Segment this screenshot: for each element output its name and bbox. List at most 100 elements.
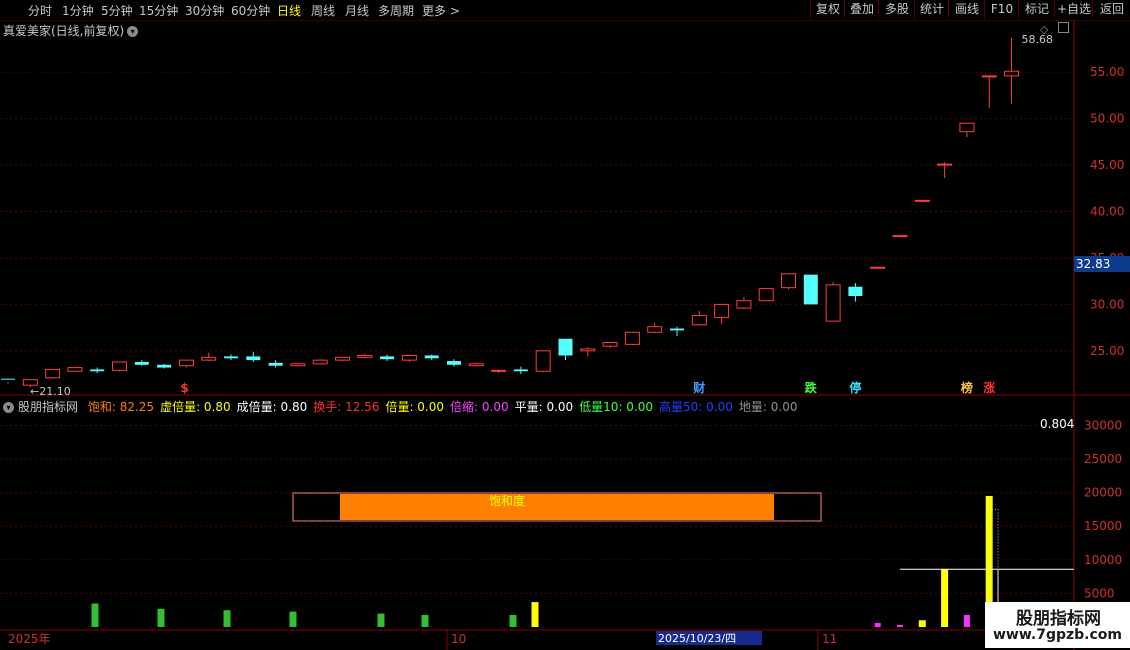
volume-bar xyxy=(157,608,165,627)
price-tick-label: 45.00 xyxy=(1090,158,1124,172)
candle-body xyxy=(580,348,596,352)
candle-body xyxy=(937,163,953,166)
date-label: 11 xyxy=(822,632,837,646)
candle-body xyxy=(647,326,663,333)
candle-body xyxy=(312,359,328,365)
candle-body xyxy=(781,273,796,289)
indicator-item: 换手: 12.56 xyxy=(313,400,380,414)
volume-tick-label: 5000 xyxy=(1084,586,1115,600)
saturation-fill xyxy=(340,494,774,520)
volume-bar xyxy=(91,603,99,627)
event-marker: 跌 xyxy=(805,380,818,395)
event-marker: 涨 xyxy=(983,380,995,395)
candle-body xyxy=(157,364,172,368)
diamond-icon[interactable]: ◇ xyxy=(1040,23,1048,36)
date-label: 10 xyxy=(451,632,466,646)
volume-tick-label: 15000 xyxy=(1084,519,1122,533)
candle-body xyxy=(1,378,15,380)
indicator-item: 饱和: 82.25 xyxy=(87,400,155,414)
volume-bar xyxy=(963,614,970,627)
volume-bar xyxy=(941,569,949,627)
candle-body xyxy=(513,369,528,372)
price-tick-label: 50.00 xyxy=(1090,112,1124,126)
panel-controls: ◇ xyxy=(1040,22,1069,36)
candle-body xyxy=(178,359,194,367)
candle-body xyxy=(736,300,752,309)
candle-body xyxy=(45,368,61,379)
candle-body xyxy=(714,303,730,318)
event-marker: 榜 xyxy=(961,380,973,395)
volume-tick-label: 25000 xyxy=(1084,452,1122,466)
candle-body xyxy=(491,369,507,372)
candle-body xyxy=(246,356,261,361)
price-tick-label: 30.00 xyxy=(1090,297,1124,311)
saturation-label: 饱和度 xyxy=(489,493,525,508)
volume-bar xyxy=(377,613,385,627)
price-tick-label: 25.00 xyxy=(1090,344,1124,358)
candle-body xyxy=(380,356,395,360)
candle-body xyxy=(624,331,640,345)
price-tick-label: 40.00 xyxy=(1090,205,1124,219)
stock-title: 真爱美家(日线,前复权) ▾ xyxy=(3,22,139,39)
candle-body xyxy=(67,367,83,372)
candle-body xyxy=(290,363,306,367)
event-marker: 停 xyxy=(849,380,861,395)
event-marker: 财 xyxy=(692,380,705,395)
volume-group: 30000 25000 20000 15000 10000 5000 饱和度 0.804 202… xyxy=(0,417,1122,650)
candle-body xyxy=(468,363,484,367)
indicator-item: 虚倍量: 0.80 xyxy=(160,400,231,414)
price-tick-label: 55.00 xyxy=(1090,65,1124,79)
indicator-name: 股朋指标网 xyxy=(18,400,79,414)
indicator-item: 成倍量: 0.80 xyxy=(236,400,308,414)
indicator-item: 地量: 0.00 xyxy=(738,400,798,414)
volume-bar xyxy=(223,610,231,627)
volume-bar xyxy=(509,614,517,627)
candle-body xyxy=(1004,70,1019,77)
candle-body xyxy=(892,235,908,238)
candle-body xyxy=(981,75,997,78)
candle-body xyxy=(602,341,618,347)
candle-body xyxy=(670,328,684,331)
indicator-item: 平量: 0.00 xyxy=(514,400,574,414)
chevron-down-icon[interactable]: ▾ xyxy=(3,402,14,413)
candle-body xyxy=(112,361,127,371)
candle-body xyxy=(201,356,217,361)
candle-body xyxy=(335,356,350,361)
stock-title-text: 真爱美家(日线,前复权) xyxy=(3,24,125,38)
date-label: 2025年 xyxy=(8,632,51,646)
last-price-label: 32.83 xyxy=(1074,256,1130,272)
candle-body xyxy=(401,354,417,361)
candle-body xyxy=(268,362,283,366)
candle-body xyxy=(424,355,439,359)
indicator-item: 倍缩: 0.00 xyxy=(450,400,509,414)
candle-body xyxy=(691,315,707,326)
stock-chart: 55.0050.0045.0040.0035.0030.0025.00 58.6… xyxy=(0,20,1130,650)
candle-body xyxy=(870,266,886,269)
indicator-values: 饱和: 82.25 虚倍量: 0.80 成倍量: 0.80 换手: 12.56 倍量: … xyxy=(88,400,804,414)
candle-body xyxy=(90,369,105,372)
volume-bar xyxy=(918,620,926,627)
candle-body xyxy=(447,361,461,365)
candle-body xyxy=(558,338,573,356)
candle-body xyxy=(825,284,841,322)
volume-tick-label: 10000 xyxy=(1084,553,1122,567)
candle-body xyxy=(848,286,863,297)
indicator-value-label: 0.804 xyxy=(1040,417,1074,431)
low-price-label: ←21.10 xyxy=(30,385,71,398)
cursor-date-label: 2025/10/23/四 xyxy=(658,632,736,645)
window-icon[interactable] xyxy=(1057,22,1069,33)
volume-bar xyxy=(421,614,429,627)
indicator-item: 倍量: 0.00 xyxy=(385,400,445,414)
candle-body xyxy=(803,274,818,305)
volume-bar xyxy=(897,624,903,627)
chart-grid: 55.0050.0045.0040.0035.0030.0025.00 xyxy=(0,20,1130,650)
chevron-down-icon[interactable]: ▾ xyxy=(127,26,139,37)
volume-tick-label: 30000 xyxy=(1084,418,1122,432)
volume-bar xyxy=(289,611,297,627)
candles-group: 58.68←21.10 $ 财跌停榜涨 xyxy=(1,33,1053,398)
event-marker: $ xyxy=(180,381,188,395)
volume-bar xyxy=(874,622,881,627)
candle-body xyxy=(758,288,774,302)
watermark-url: www.7gpzb.com xyxy=(993,627,1123,643)
candle-body xyxy=(914,199,930,202)
